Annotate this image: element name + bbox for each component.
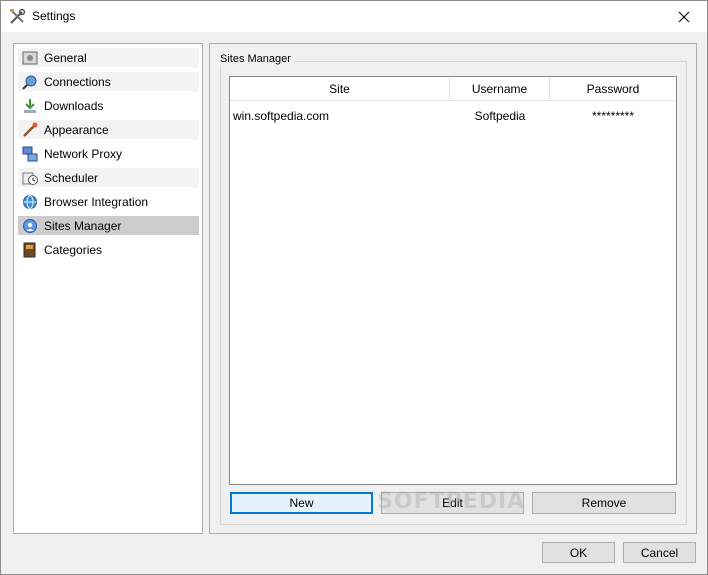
column-header-site[interactable]: Site — [230, 77, 450, 101]
sidebar-item-label: General — [44, 50, 87, 65]
new-button[interactable]: New — [230, 492, 373, 514]
sidebar-item-label: Appearance — [44, 122, 109, 137]
sidebar-item-general[interactable]: General — [18, 48, 199, 67]
sidebar-item-label: Scheduler — [44, 170, 99, 185]
settings-sidebar: General Connections Downloads Appearance — [13, 43, 203, 534]
categories-icon — [23, 242, 36, 257]
settings-window: Settings General Connections Downloads A… — [0, 0, 708, 575]
sidebar-item-label: Sites Manager — [44, 218, 122, 233]
network-proxy-icon — [22, 146, 38, 161]
title-bar: Settings — [1, 1, 707, 32]
edit-button[interactable]: Edit — [381, 492, 524, 514]
sidebar-item-label: Network Proxy — [44, 146, 123, 161]
general-icon — [22, 51, 38, 64]
table-header: Site Username Password — [230, 77, 676, 101]
sidebar-item-browser-integration[interactable]: Browser Integration — [18, 192, 199, 211]
close-icon — [678, 11, 690, 22]
tools-icon — [10, 8, 26, 24]
scheduler-icon — [22, 172, 38, 185]
sites-manager-icon — [23, 218, 37, 233]
appearance-icon — [23, 122, 38, 137]
group-title: Sites Manager — [217, 53, 294, 65]
sidebar-item-label: Categories — [44, 242, 103, 257]
browser-integration-icon — [23, 194, 37, 209]
remove-button[interactable]: Remove — [532, 492, 676, 514]
sidebar-item-network-proxy[interactable]: Network Proxy — [18, 144, 199, 163]
sidebar-item-label: Downloads — [44, 98, 104, 113]
cell-username: Softpedia — [474, 109, 526, 123]
sidebar-item-sites-manager[interactable]: Sites Manager — [18, 216, 199, 235]
cell-site: win.softpedia.com — [233, 109, 330, 123]
ok-button[interactable]: OK — [542, 542, 615, 563]
downloads-icon — [24, 98, 36, 113]
cell-password: ********* — [591, 109, 635, 123]
sidebar-item-scheduler[interactable]: Scheduler — [18, 168, 199, 187]
window-title: Settings — [32, 9, 76, 23]
sites-table[interactable]: Site Username Password win.softpedia.com… — [229, 76, 677, 485]
cancel-button[interactable]: Cancel — [623, 542, 696, 563]
column-header-username[interactable]: Username — [450, 77, 550, 101]
column-header-password[interactable]: Password — [550, 77, 676, 101]
sidebar-item-categories[interactable]: Categories — [18, 240, 199, 259]
sidebar-item-connections[interactable]: Connections — [18, 72, 199, 91]
sidebar-item-downloads[interactable]: Downloads — [18, 96, 199, 115]
close-button[interactable] — [661, 1, 707, 32]
table-row[interactable]: win.softpedia.com Softpedia ********* — [230, 105, 676, 127]
connections-icon — [22, 75, 37, 90]
sidebar-item-label: Browser Integration — [44, 194, 149, 209]
sidebar-item-label: Connections — [44, 74, 111, 89]
sidebar-item-appearance[interactable]: Appearance — [18, 120, 199, 139]
